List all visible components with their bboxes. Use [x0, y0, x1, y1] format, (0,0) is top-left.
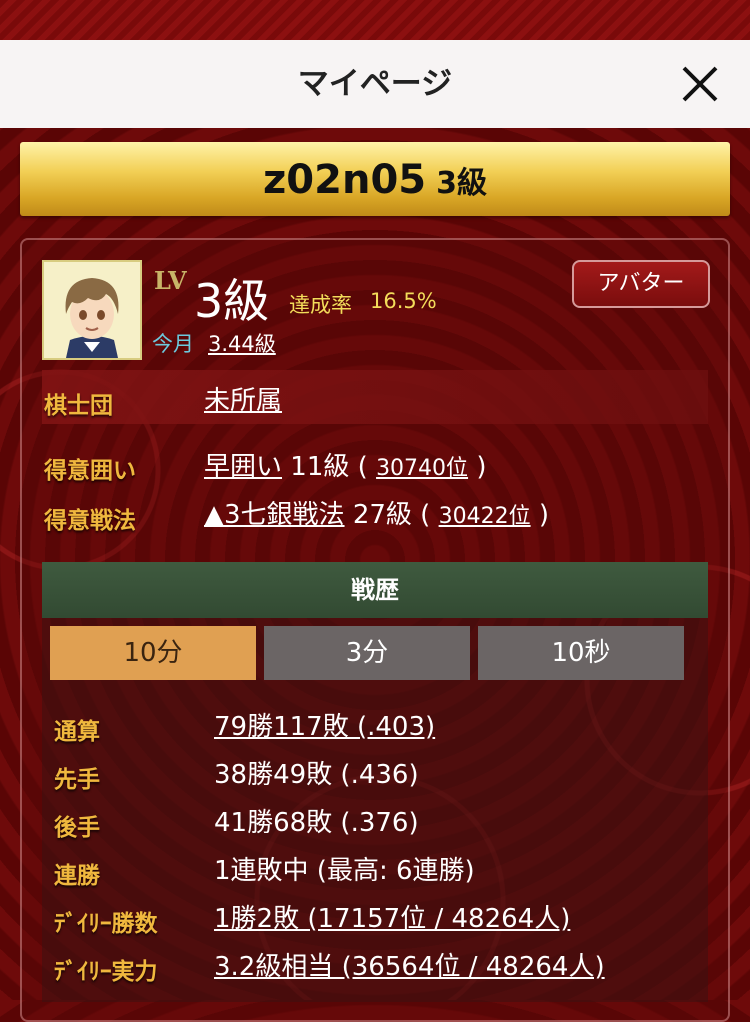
page-title: マイページ [297, 66, 453, 102]
stat-value-first: 38勝49敗 (.436) [214, 760, 419, 790]
player-name-banner: z02n05 3級 [20, 142, 730, 216]
stat-value-second: 41勝68敗 (.376) [214, 808, 419, 838]
stat-label-total: 通算 [54, 719, 100, 745]
strategy-info: ▲3七銀戦法 27級 ( 30422位 ) [204, 494, 549, 531]
castle-position-link[interactable]: 30740位 [376, 456, 468, 481]
achievement-rate-label: 達成率 [289, 293, 352, 317]
battle-history-title: 戦歴 [42, 562, 708, 618]
strategy-name-link[interactable]: ▲3七銀戦法 [204, 500, 345, 530]
level-value: 3級 [194, 274, 270, 328]
stat-value-daily-strength-link[interactable]: 3.2級相当 (36564位 / 48264人) [214, 946, 605, 983]
stat-label-daily-strength: ﾃﾞｲﾘｰ実力 [54, 959, 158, 985]
strategy-position-link[interactable]: 30422位 [439, 504, 531, 529]
achievement-rate-value: 16.5% [370, 289, 437, 313]
stat-value-total-link[interactable]: 79勝117敗 (.403) [214, 706, 435, 743]
avatar-image [44, 262, 140, 358]
castle-close-paren: ) [476, 452, 487, 482]
avatar [42, 260, 142, 360]
guild-value-link[interactable]: 未所属 [204, 380, 282, 417]
stat-value-streak: 1連敗中 (最高: 6連勝) [214, 856, 475, 886]
stat-value-daily-wins-link[interactable]: 1勝2敗 (17157位 / 48264人) [214, 898, 570, 935]
tab-10sec[interactable]: 10秒 [478, 626, 684, 680]
close-icon[interactable] [676, 60, 724, 108]
username: z02n05 [263, 157, 427, 203]
strategy-close-paren: ) [538, 500, 550, 530]
castle-name-link[interactable]: 早囲い [204, 452, 282, 482]
this-month-label: 今月 [152, 332, 194, 356]
stat-label-streak: 連勝 [54, 863, 100, 889]
strategy-label: 得意戦法 [44, 508, 136, 534]
stat-label-first: 先手 [54, 767, 100, 793]
strategy-rank: 27級 [352, 500, 412, 530]
tab-10min[interactable]: 10分 [50, 626, 256, 680]
guild-row [42, 370, 708, 424]
avatar-button[interactable]: アバター [572, 260, 710, 308]
guild-label: 棋士団 [44, 393, 113, 419]
castle-info: 早囲い 11級 ( 30740位 ) [204, 446, 486, 483]
level-label: LV [154, 266, 187, 295]
top-pattern-strip [0, 0, 750, 40]
stat-label-daily-wins: ﾃﾞｲﾘｰ勝数 [54, 911, 158, 937]
castle-rank: 11級 [290, 452, 350, 482]
banner-rank: 3級 [436, 166, 487, 201]
castle-label: 得意囲い [44, 458, 136, 484]
castle-open-paren: ( [357, 452, 368, 482]
strategy-open-paren: ( [420, 500, 431, 530]
stat-label-second: 後手 [54, 815, 100, 841]
tab-3min[interactable]: 3分 [264, 626, 470, 680]
title-bar: マイページ [0, 40, 750, 128]
this-month-value-link[interactable]: 3.44級 [208, 328, 276, 358]
